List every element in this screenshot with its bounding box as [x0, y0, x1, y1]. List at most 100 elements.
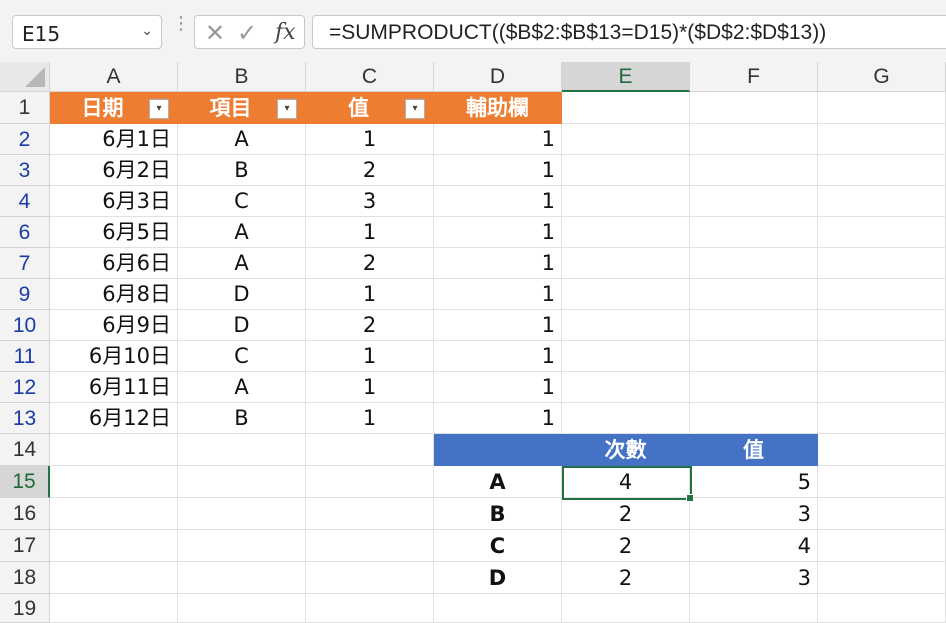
cell-b12[interactable]: A	[178, 372, 306, 403]
cell-c12[interactable]: 1	[306, 372, 434, 403]
cell-f3[interactable]	[690, 155, 818, 186]
cell-a14[interactable]	[50, 434, 178, 466]
cell-a1[interactable]: 日期 ▾	[50, 92, 178, 124]
cell-a18[interactable]	[50, 562, 178, 594]
cell-e18[interactable]: 2	[562, 562, 690, 594]
column-header-a[interactable]: A	[50, 62, 178, 92]
cell-f15[interactable]: 5	[690, 466, 818, 498]
cell-g14[interactable]	[818, 434, 946, 466]
cell-a9[interactable]: 6月8日	[50, 279, 178, 310]
cell-b19[interactable]	[178, 594, 306, 623]
cell-g17[interactable]	[818, 530, 946, 562]
cell-e7[interactable]	[562, 248, 690, 279]
cell-a10[interactable]: 6月9日	[50, 310, 178, 341]
row-header-4[interactable]: 4	[0, 186, 50, 217]
cell-f11[interactable]	[690, 341, 818, 372]
cell-c19[interactable]	[306, 594, 434, 623]
formula-input[interactable]: =SUMPRODUCT(($B$2:$B$13=D15)*($D$2:$D$13…	[312, 15, 946, 49]
enter-check-icon[interactable]: ✓	[237, 19, 257, 47]
cell-d2[interactable]: 1	[434, 124, 562, 155]
column-header-e[interactable]: E	[562, 62, 690, 92]
cell-d15[interactable]: A	[434, 466, 562, 498]
cell-a7[interactable]: 6月6日	[50, 248, 178, 279]
cell-e17[interactable]: 2	[562, 530, 690, 562]
cell-a13[interactable]: 6月12日	[50, 403, 178, 434]
cell-g9[interactable]	[818, 279, 946, 310]
cell-c7[interactable]: 2	[306, 248, 434, 279]
cell-b18[interactable]	[178, 562, 306, 594]
cell-b3[interactable]: B	[178, 155, 306, 186]
cell-f13[interactable]	[690, 403, 818, 434]
cell-g4[interactable]	[818, 186, 946, 217]
cell-d9[interactable]: 1	[434, 279, 562, 310]
row-header-3[interactable]: 3	[0, 155, 50, 186]
cell-f12[interactable]	[690, 372, 818, 403]
cell-c14[interactable]	[306, 434, 434, 466]
row-header-14[interactable]: 14	[0, 434, 50, 466]
cell-e9[interactable]	[562, 279, 690, 310]
column-header-c[interactable]: C	[306, 62, 434, 92]
cell-d7[interactable]: 1	[434, 248, 562, 279]
cell-e6[interactable]	[562, 217, 690, 248]
cell-d3[interactable]: 1	[434, 155, 562, 186]
cell-g12[interactable]	[818, 372, 946, 403]
cell-a19[interactable]	[50, 594, 178, 623]
cell-f18[interactable]: 3	[690, 562, 818, 594]
row-header-18[interactable]: 18	[0, 562, 50, 594]
cell-c1[interactable]: 值 ▾	[306, 92, 434, 124]
row-header-6[interactable]: 6	[0, 217, 50, 248]
cell-f2[interactable]	[690, 124, 818, 155]
row-header-1[interactable]: 1	[0, 92, 50, 124]
cancel-icon[interactable]: ✕	[205, 19, 225, 47]
cell-d17[interactable]: C	[434, 530, 562, 562]
cell-b9[interactable]: D	[178, 279, 306, 310]
cell-d19[interactable]	[434, 594, 562, 623]
cell-d10[interactable]: 1	[434, 310, 562, 341]
cell-d18[interactable]: D	[434, 562, 562, 594]
cell-d14[interactable]	[434, 434, 562, 466]
cell-e14[interactable]: 次數	[562, 434, 690, 466]
cell-c3[interactable]: 2	[306, 155, 434, 186]
filter-active-icon[interactable]: ▾	[149, 99, 169, 119]
cell-d16[interactable]: B	[434, 498, 562, 530]
cell-a4[interactable]: 6月3日	[50, 186, 178, 217]
cell-f7[interactable]	[690, 248, 818, 279]
cell-e13[interactable]	[562, 403, 690, 434]
cell-c9[interactable]: 1	[306, 279, 434, 310]
cell-c4[interactable]: 3	[306, 186, 434, 217]
cell-c17[interactable]	[306, 530, 434, 562]
row-header-17[interactable]: 17	[0, 530, 50, 562]
cell-g16[interactable]	[818, 498, 946, 530]
cell-a12[interactable]: 6月11日	[50, 372, 178, 403]
cell-f14[interactable]: 值	[690, 434, 818, 466]
cell-g18[interactable]	[818, 562, 946, 594]
cell-g15[interactable]	[818, 466, 946, 498]
cell-c15[interactable]	[306, 466, 434, 498]
insert-function-icon[interactable]: fx	[275, 20, 296, 45]
cell-b1[interactable]: 項目 ▾	[178, 92, 306, 124]
row-header-10[interactable]: 10	[0, 310, 50, 341]
cell-g10[interactable]	[818, 310, 946, 341]
cell-g6[interactable]	[818, 217, 946, 248]
cell-f1[interactable]	[690, 92, 818, 124]
cell-a15[interactable]	[50, 466, 178, 498]
cell-b14[interactable]	[178, 434, 306, 466]
column-header-b[interactable]: B	[178, 62, 306, 92]
cell-c6[interactable]: 1	[306, 217, 434, 248]
cell-c10[interactable]: 2	[306, 310, 434, 341]
row-header-9[interactable]: 9	[0, 279, 50, 310]
cell-b2[interactable]: A	[178, 124, 306, 155]
select-all-button[interactable]	[0, 62, 50, 92]
cell-f16[interactable]: 3	[690, 498, 818, 530]
cell-f4[interactable]	[690, 186, 818, 217]
cell-e1[interactable]	[562, 92, 690, 124]
filter-dropdown-icon[interactable]: ▾	[405, 99, 425, 119]
row-header-15[interactable]: 15	[0, 466, 50, 498]
cell-g7[interactable]	[818, 248, 946, 279]
cell-g11[interactable]	[818, 341, 946, 372]
cell-d4[interactable]: 1	[434, 186, 562, 217]
filter-dropdown-icon[interactable]: ▾	[277, 99, 297, 119]
cell-g19[interactable]	[818, 594, 946, 623]
cell-e11[interactable]	[562, 341, 690, 372]
fill-handle[interactable]	[686, 494, 694, 502]
